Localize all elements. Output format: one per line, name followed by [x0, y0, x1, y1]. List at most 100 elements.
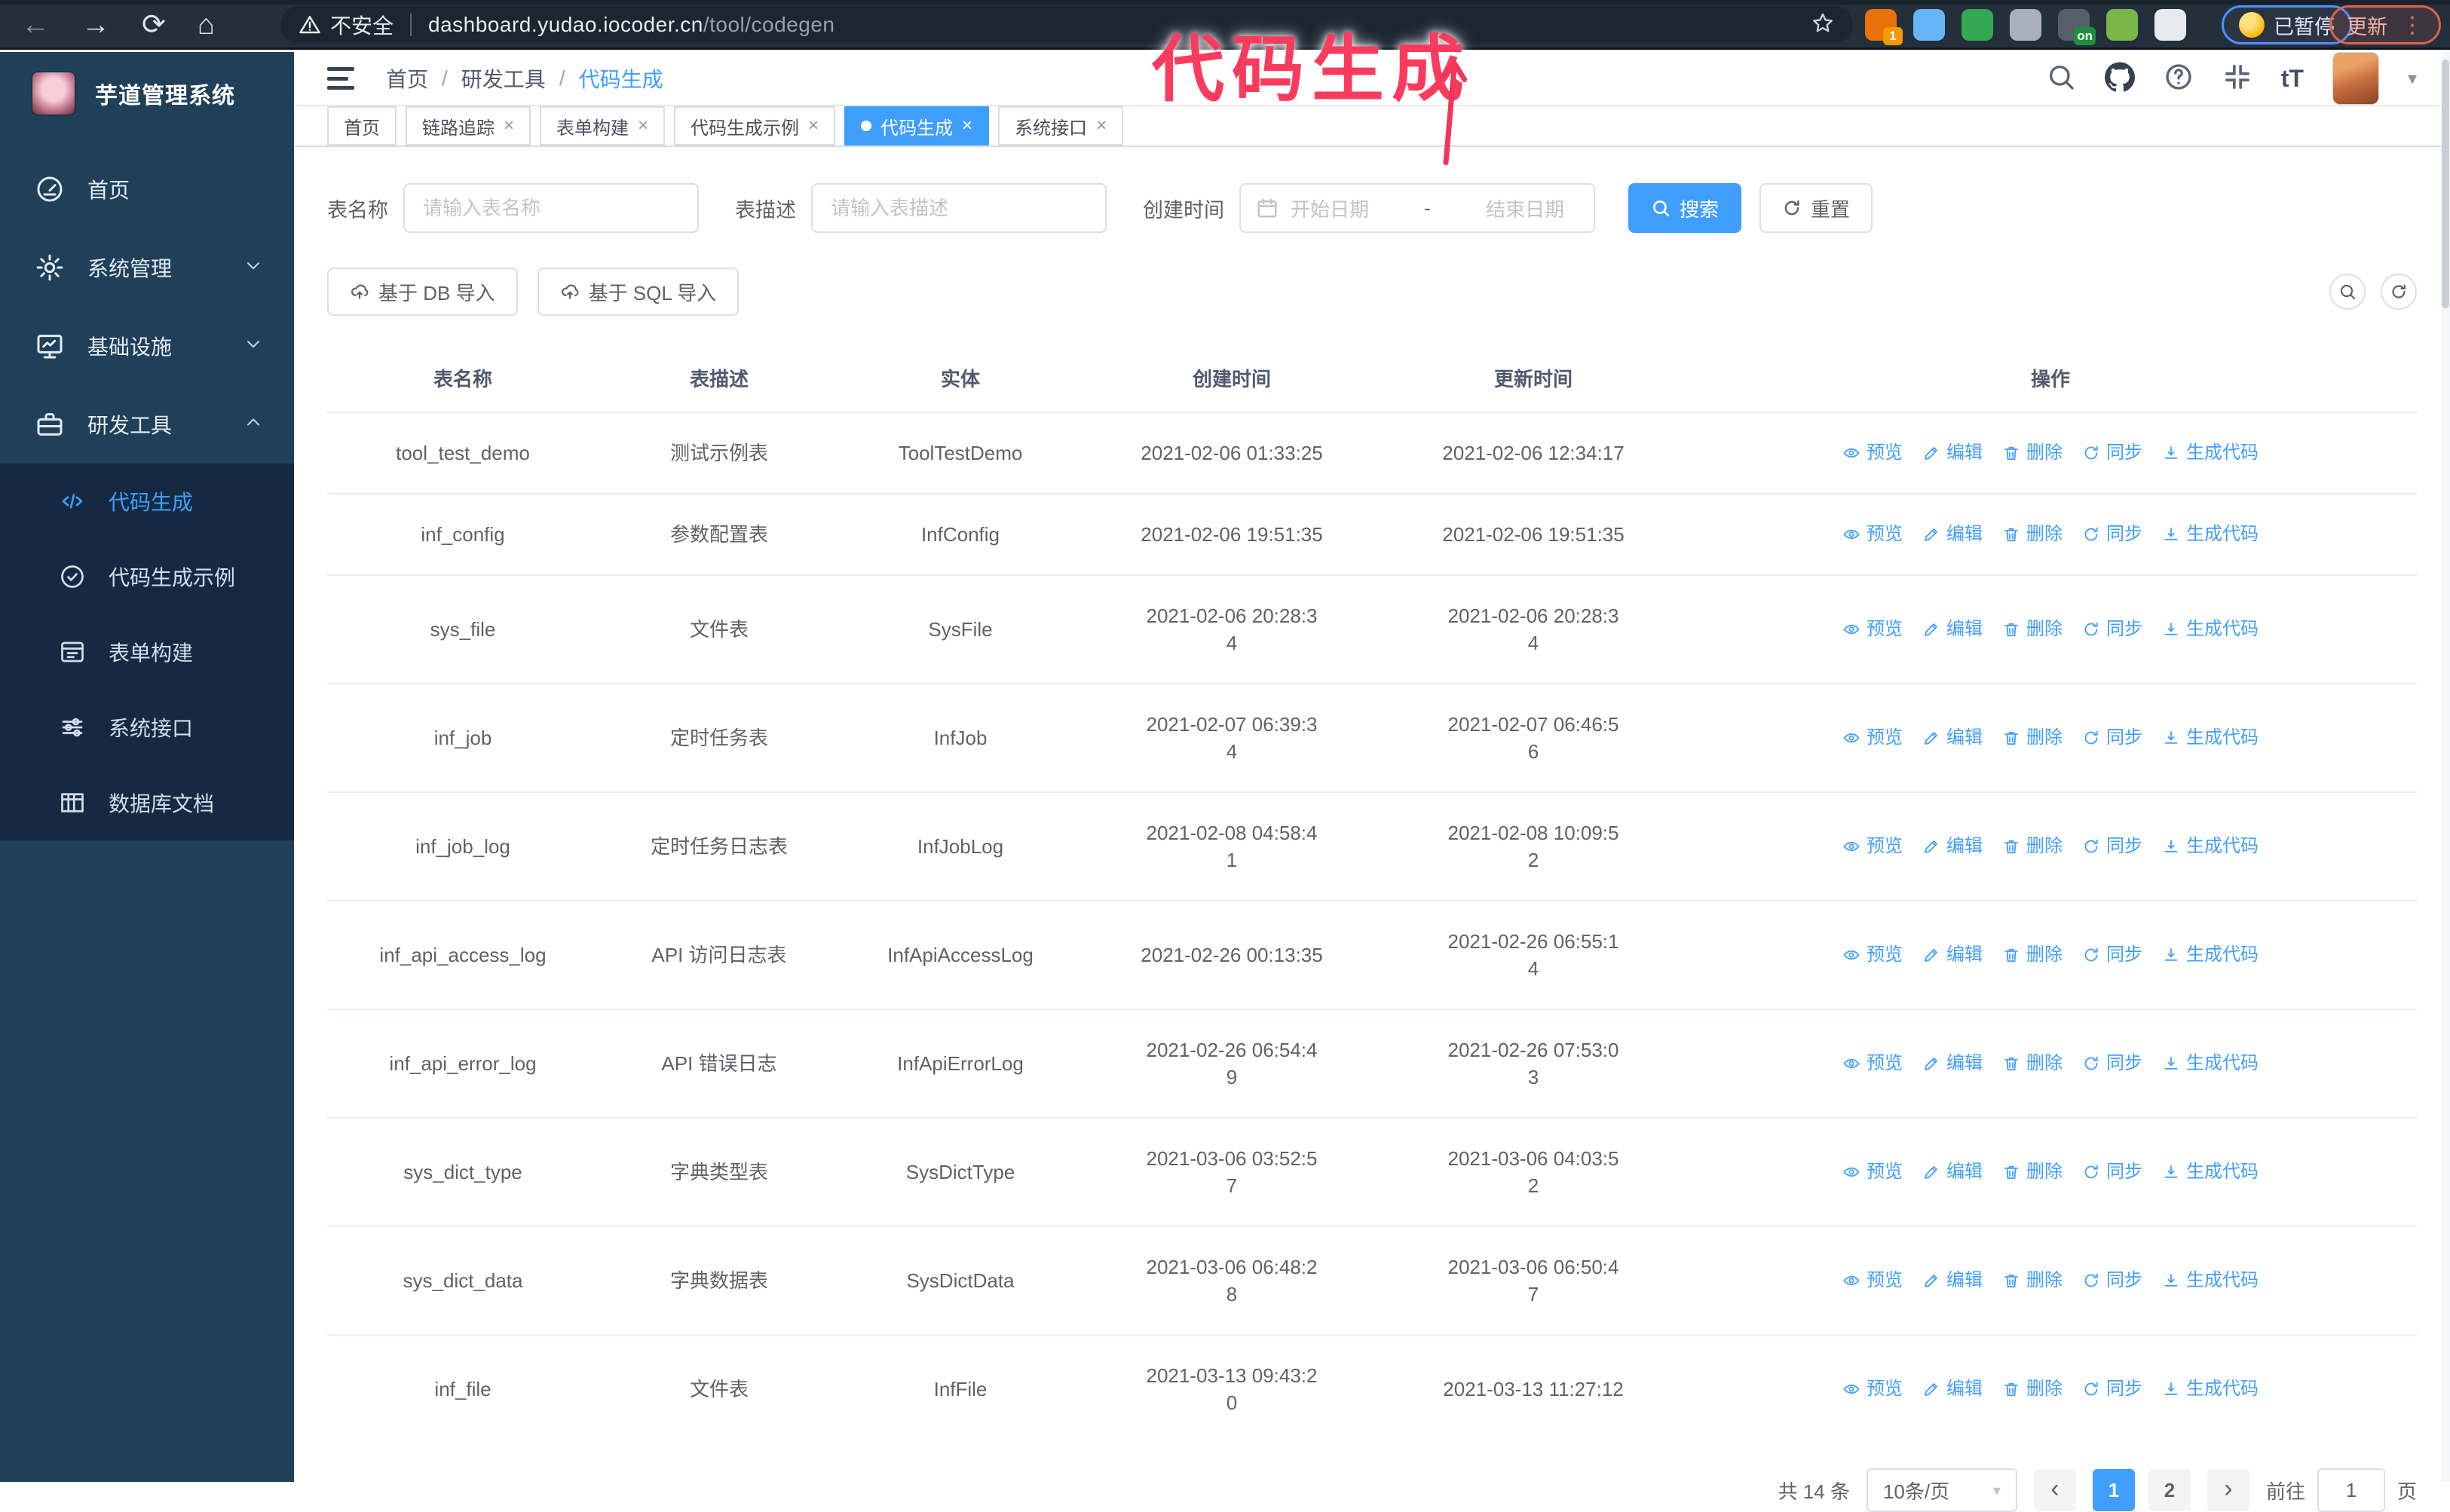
page-button-2[interactable]: 2 [2148, 1469, 2191, 1511]
reset-button[interactable]: 重置 [1759, 183, 1873, 233]
action-edit[interactable]: 编辑 [1922, 521, 1983, 548]
action-sync[interactable]: 同步 [2082, 1376, 2142, 1403]
action-sync[interactable]: 同步 [2082, 439, 2142, 467]
table-name-input[interactable] [423, 197, 679, 220]
tab-close-icon[interactable]: × [808, 115, 819, 136]
action-generate-code[interactable]: 生成代码 [2162, 439, 2259, 467]
import-db-button[interactable]: 基于 DB 导入 [327, 268, 518, 316]
refresh-table-button[interactable] [2381, 274, 2417, 310]
sidebar-item-首页[interactable]: 首页 [0, 150, 294, 228]
tab-close-icon[interactable]: × [962, 115, 972, 136]
tab-系统接口[interactable]: 系统接口× [998, 106, 1123, 145]
browser-reload-icon[interactable]: ⟳ [142, 8, 166, 42]
goto-page-input[interactable] [2317, 1468, 2385, 1512]
breadcrumb-devtools[interactable]: 研发工具 [461, 63, 546, 93]
browser-home-icon[interactable]: ⌂ [198, 8, 215, 42]
header-search-icon[interactable] [2046, 62, 2076, 96]
sidebar-subitem-数据库文档[interactable]: 数据库文档 [0, 765, 294, 840]
action-generate-code[interactable]: 生成代码 [2162, 521, 2259, 548]
sidebar-subitem-表单构建[interactable]: 表单构建 [0, 614, 294, 690]
action-preview[interactable]: 预览 [1842, 439, 1903, 467]
action-delete[interactable]: 删除 [2002, 1376, 2063, 1403]
avatar-caret-down-icon[interactable]: ▾ [2408, 68, 2417, 90]
page-scrollbar[interactable] [2441, 52, 2450, 1482]
page-button-1[interactable]: 1 [2093, 1469, 2135, 1511]
action-sync[interactable]: 同步 [2082, 1267, 2142, 1294]
action-preview[interactable]: 预览 [1842, 1050, 1903, 1077]
browser-back-icon[interactable]: ← [21, 8, 50, 42]
prev-page-button[interactable]: ‹ [2034, 1469, 2076, 1511]
tab-close-icon[interactable]: × [504, 115, 514, 136]
sidebar-collapse-icon[interactable] [327, 67, 354, 90]
action-generate-code[interactable]: 生成代码 [2162, 724, 2259, 751]
action-delete[interactable]: 删除 [2002, 1158, 2063, 1186]
kebab-menu-icon[interactable]: ⋮ [2401, 12, 2424, 38]
sidebar-item-基础设施[interactable]: 基础设施 [0, 307, 294, 385]
action-sync[interactable]: 同步 [2082, 1158, 2142, 1186]
font-size-icon[interactable]: tT [2281, 65, 2304, 93]
next-page-button[interactable]: › [2207, 1469, 2249, 1511]
security-label[interactable]: 不安全 [330, 10, 394, 40]
breadcrumb-home[interactable]: 首页 [386, 63, 428, 93]
extension-green-check-icon[interactable] [1962, 9, 1993, 41]
page-size-select[interactable]: 10条/页 ▾ [1867, 1468, 2017, 1512]
action-delete[interactable]: 删除 [2002, 439, 2063, 467]
action-edit[interactable]: 编辑 [1922, 724, 1983, 751]
date-range-picker[interactable]: 开始日期 - 结束日期 [1239, 183, 1595, 233]
import-sql-button[interactable]: 基于 SQL 导入 [537, 268, 740, 316]
action-preview[interactable]: 预览 [1842, 724, 1903, 751]
user-avatar[interactable] [2332, 52, 2379, 105]
action-delete[interactable]: 删除 [2002, 616, 2063, 643]
browser-update-chip[interactable]: 更新 ⋮ [2329, 5, 2441, 44]
action-generate-code[interactable]: 生成代码 [2162, 1158, 2259, 1186]
extension-monkey-icon[interactable] [2106, 9, 2138, 41]
action-edit[interactable]: 编辑 [1922, 1376, 1983, 1403]
sidebar-item-研发工具[interactable]: 研发工具 [0, 385, 294, 464]
action-sync[interactable]: 同步 [2082, 1050, 2142, 1077]
sidebar-subitem-代码生成[interactable]: 代码生成 [0, 464, 294, 539]
action-edit[interactable]: 编辑 [1922, 616, 1983, 643]
action-generate-code[interactable]: 生成代码 [2162, 833, 2259, 860]
sidebar-subitem-代码生成示例[interactable]: 代码生成示例 [0, 539, 294, 614]
browser-forward-icon[interactable]: → [81, 8, 110, 42]
action-preview[interactable]: 预览 [1842, 833, 1903, 860]
extensions-puzzle-icon[interactable] [2154, 9, 2186, 41]
extension-gem-icon[interactable] [1913, 9, 1945, 41]
bookmark-star-icon[interactable] [1811, 11, 1835, 39]
action-delete[interactable]: 删除 [2002, 1050, 2063, 1077]
action-delete[interactable]: 删除 [2002, 941, 2063, 969]
action-preview[interactable]: 预览 [1842, 1376, 1903, 1403]
action-preview[interactable]: 预览 [1842, 941, 1903, 969]
action-delete[interactable]: 删除 [2002, 724, 2063, 751]
action-edit[interactable]: 编辑 [1922, 833, 1983, 860]
tab-代码生成[interactable]: 代码生成× [844, 106, 989, 145]
app-logo[interactable]: 芋道管理系统 [0, 52, 294, 135]
action-edit[interactable]: 编辑 [1922, 1050, 1983, 1077]
extension-dark-icon[interactable]: on [2058, 9, 2090, 41]
action-generate-code[interactable]: 生成代码 [2162, 616, 2259, 643]
tab-链路追踪[interactable]: 链路追踪× [406, 106, 531, 145]
github-icon[interactable] [2105, 62, 2135, 96]
sidebar-subitem-系统接口[interactable]: 系统接口 [0, 690, 294, 765]
action-edit[interactable]: 编辑 [1922, 1267, 1983, 1294]
toggle-search-button[interactable] [2329, 274, 2366, 310]
action-delete[interactable]: 删除 [2002, 1267, 2063, 1294]
tab-close-icon[interactable]: × [638, 115, 648, 136]
action-generate-code[interactable]: 生成代码 [2162, 1267, 2259, 1294]
action-edit[interactable]: 编辑 [1922, 439, 1983, 467]
action-sync[interactable]: 同步 [2082, 616, 2142, 643]
tab-代码生成示例[interactable]: 代码生成示例× [674, 106, 835, 145]
address-bar[interactable]: 不安全 dashboard.yudao.iocoder.cn/tool/code… [280, 6, 1853, 44]
action-generate-code[interactable]: 生成代码 [2162, 1050, 2259, 1077]
action-generate-code[interactable]: 生成代码 [2162, 941, 2259, 969]
action-delete[interactable]: 删除 [2002, 833, 2063, 860]
action-generate-code[interactable]: 生成代码 [2162, 1376, 2259, 1403]
tab-close-icon[interactable]: × [1096, 115, 1107, 136]
action-preview[interactable]: 预览 [1842, 521, 1903, 548]
sidebar-item-系统管理[interactable]: 系统管理 [0, 228, 294, 307]
action-edit[interactable]: 编辑 [1922, 941, 1983, 969]
search-button[interactable]: 搜索 [1628, 183, 1741, 233]
tab-表单构建[interactable]: 表单构建× [540, 106, 665, 145]
action-preview[interactable]: 预览 [1842, 616, 1903, 643]
help-icon[interactable] [2164, 62, 2194, 96]
